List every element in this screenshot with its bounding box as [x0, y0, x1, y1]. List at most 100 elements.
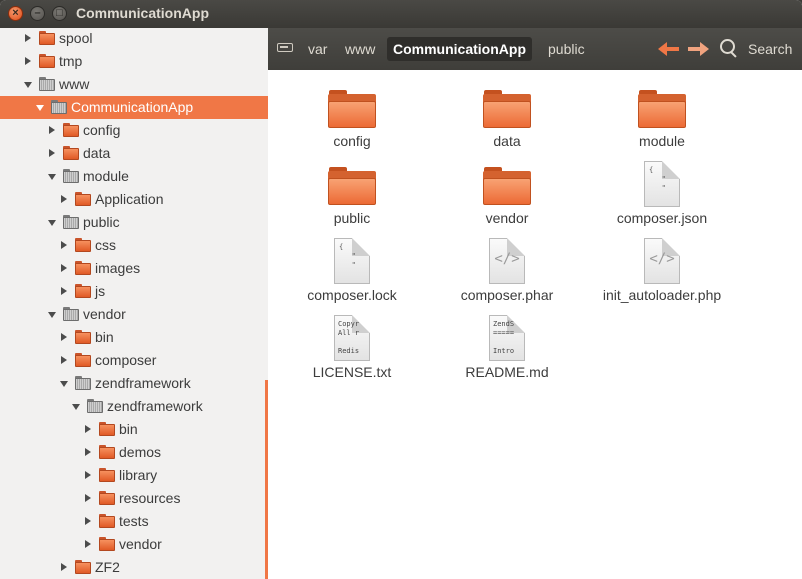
expand-arrow-icon[interactable]	[85, 540, 91, 548]
file-item-composer-lock[interactable]: { " " composer.lock	[277, 231, 427, 305]
breadcrumb-public[interactable]: public	[548, 41, 585, 57]
expand-arrow-icon[interactable]	[85, 494, 91, 502]
expand-arrow-icon[interactable]	[61, 333, 67, 341]
expand-arrow-icon[interactable]	[61, 195, 67, 203]
file-item-public[interactable]: public	[277, 154, 427, 228]
sidebar-item-application[interactable]: Application	[0, 188, 268, 211]
sidebar-item-label: tests	[119, 513, 149, 529]
sidebar-item-images[interactable]: images	[0, 257, 268, 280]
folder-icon	[99, 468, 115, 482]
maximize-button[interactable]: □	[52, 6, 67, 21]
sidebar-item-library[interactable]: library	[0, 464, 268, 487]
sidebar-item-tmp[interactable]: tmp	[0, 50, 268, 73]
sidebar-item-bin[interactable]: bin	[0, 326, 268, 349]
sidebar-item-module[interactable]: module	[0, 165, 268, 188]
expand-arrow-icon[interactable]	[61, 287, 67, 295]
sidebar-item-label: css	[95, 237, 116, 253]
sidebar-item-label: ZF2	[95, 559, 120, 575]
expand-arrow-icon[interactable]	[49, 149, 55, 157]
sidebar-item-config[interactable]: config	[0, 119, 268, 142]
sidebar-item-label: bin	[119, 421, 138, 437]
folder-icon	[39, 31, 55, 45]
file-name: config	[333, 133, 371, 149]
forward-arrow-icon[interactable]	[687, 41, 709, 57]
back-arrow-icon[interactable]	[658, 41, 680, 57]
sidebar-item-demos[interactable]: demos	[0, 441, 268, 464]
file-manager-window: × – □ CommunicationApp spool tmp www Commun…	[0, 0, 802, 579]
collapse-arrow-icon[interactable]	[48, 220, 56, 226]
sidebar-item-label: demos	[119, 444, 162, 460]
breadcrumb-communicationapp[interactable]: CommunicationApp	[387, 37, 532, 61]
collapse-arrow-icon[interactable]	[48, 174, 56, 180]
file-item-composer-json[interactable]: { " " composer.json	[587, 154, 737, 228]
collapse-arrow-icon[interactable]	[72, 404, 80, 410]
sidebar-item-label: composer	[95, 352, 157, 368]
expand-arrow-icon[interactable]	[85, 471, 91, 479]
expand-arrow-icon[interactable]	[61, 241, 67, 249]
expand-arrow-icon[interactable]	[25, 34, 31, 42]
expand-arrow-icon[interactable]	[61, 356, 67, 364]
sidebar-item-data[interactable]: data	[0, 142, 268, 165]
file-item-vendor[interactable]: vendor	[432, 154, 582, 228]
expand-arrow-icon[interactable]	[85, 517, 91, 525]
sidebar-item-bin[interactable]: bin	[0, 418, 268, 441]
sidebar-item-resources[interactable]: resources	[0, 487, 268, 510]
sidebar-item-vendor[interactable]: vendor	[0, 303, 268, 326]
collapse-arrow-icon[interactable]	[36, 105, 44, 111]
file-item-init-autoloader-php[interactable]: </> init_autoloader.php	[587, 231, 737, 305]
file-item-license-txt[interactable]: Copyr All r Redis LICENSE.txt	[277, 308, 427, 382]
sidebar-item-communicationapp[interactable]: CommunicationApp	[0, 96, 268, 119]
location-toolbar: var www CommunicationApp public Search	[268, 28, 802, 70]
file-item-composer-phar[interactable]: </> composer.phar	[432, 231, 582, 305]
sidebar-item-zf2[interactable]: ZF2	[0, 556, 268, 579]
expand-arrow-icon[interactable]	[61, 264, 67, 272]
sidebar-item-css[interactable]: css	[0, 234, 268, 257]
file-preview-text: Copyr All r Redis	[338, 320, 360, 355]
file-item-module[interactable]: module	[587, 77, 737, 151]
folder-icon	[99, 537, 115, 551]
file-item-data[interactable]: data	[432, 77, 582, 151]
expand-arrow-icon[interactable]	[85, 448, 91, 456]
folder-icon	[75, 376, 91, 390]
sidebar-item-label: resources	[119, 490, 181, 506]
file-grid: config data module public vendor { " " compose…	[268, 70, 802, 579]
drive-icon[interactable]	[277, 39, 294, 54]
breadcrumb-www[interactable]: www	[345, 41, 375, 57]
file-item-readme-md[interactable]: ZendS ===== Intro README.md	[432, 308, 582, 382]
collapse-arrow-icon[interactable]	[60, 381, 68, 387]
titlebar: × – □ CommunicationApp	[0, 0, 802, 28]
sidebar-item-composer[interactable]: composer	[0, 349, 268, 372]
sidebar-item-public[interactable]: public	[0, 211, 268, 234]
sidebar-item-spool[interactable]: spool	[0, 28, 268, 50]
sidebar-item-zendframework[interactable]: zendframework	[0, 395, 268, 418]
sidebar-tree[interactable]: spool tmp www CommunicationApp config data mod…	[0, 28, 268, 579]
close-button[interactable]: ×	[8, 6, 23, 21]
sidebar-item-www[interactable]: www	[0, 73, 268, 96]
expand-arrow-icon[interactable]	[49, 126, 55, 134]
sidebar-item-js[interactable]: js	[0, 280, 268, 303]
sidebar-item-label: CommunicationApp	[71, 99, 194, 115]
file-item-config[interactable]: config	[277, 77, 427, 151]
folder-icon	[39, 77, 55, 91]
sidebar-item-label: public	[83, 214, 120, 230]
breadcrumb-var[interactable]: var	[308, 41, 327, 57]
sidebar-item-zendframework[interactable]: zendframework	[0, 372, 268, 395]
folder-icon	[63, 307, 79, 321]
expand-arrow-icon[interactable]	[25, 57, 31, 65]
folder-icon	[75, 238, 91, 252]
collapse-arrow-icon[interactable]	[48, 312, 56, 318]
sidebar-item-label: zendframework	[95, 375, 191, 391]
file-name: composer.phar	[460, 287, 554, 303]
minimize-button[interactable]: –	[30, 6, 45, 21]
folder-icon	[63, 215, 79, 229]
collapse-arrow-icon[interactable]	[24, 82, 32, 88]
sidebar-item-label: Application	[95, 191, 164, 207]
folder-icon	[638, 90, 686, 128]
sidebar-item-vendor[interactable]: vendor	[0, 533, 268, 556]
folder-icon	[75, 261, 91, 275]
expand-arrow-icon[interactable]	[61, 563, 67, 571]
sidebar-item-tests[interactable]: tests	[0, 510, 268, 533]
folder-icon	[99, 422, 115, 436]
expand-arrow-icon[interactable]	[85, 425, 91, 433]
sidebar-item-label: config	[83, 122, 121, 138]
